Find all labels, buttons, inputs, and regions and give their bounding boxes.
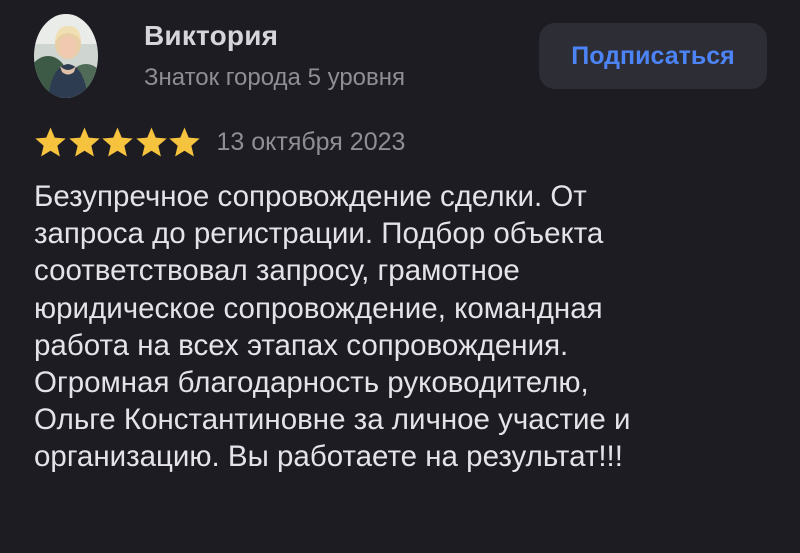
review-text-line: юридическое сопровождение, командная (34, 291, 603, 325)
review-date: 13 октября 2023 (216, 127, 406, 156)
star-rating (34, 126, 202, 159)
author-status: Знаток города 5 уровня (144, 64, 406, 91)
review-text: Безупречное сопровождение сделки. От запр… (34, 178, 754, 476)
star-icon (68, 127, 100, 156)
review-text-line: Огромная благодарность руководителю, (34, 366, 589, 400)
author-name[interactable]: Виктория (144, 20, 278, 52)
review-text-line: запроса до регистрации. Подбор объекта (34, 217, 604, 251)
review-text-line: Безупречное сопровождение сделки. От (34, 180, 587, 213)
subscribe-button[interactable]: Подписаться (539, 23, 767, 89)
review-card: Виктория Знаток города 5 уровня Подписат… (0, 0, 800, 553)
review-text-line: соответствовал запросу, грамотное (34, 254, 520, 288)
user-photo-avatar-icon (34, 14, 98, 98)
star-icon (102, 127, 133, 156)
rating-row: 13 октября 2023 (34, 124, 405, 160)
review-text-line: Ольге Константиновне за личное участие и (34, 403, 631, 437)
star-icon (169, 127, 200, 156)
review-text-line: организацию. Вы работаете на результат!!… (34, 440, 623, 474)
star-icon (135, 127, 167, 156)
star-icon (35, 127, 66, 156)
review-text-line: работа на всех этапах сопровождения. (34, 328, 569, 362)
avatar[interactable] (34, 14, 98, 98)
